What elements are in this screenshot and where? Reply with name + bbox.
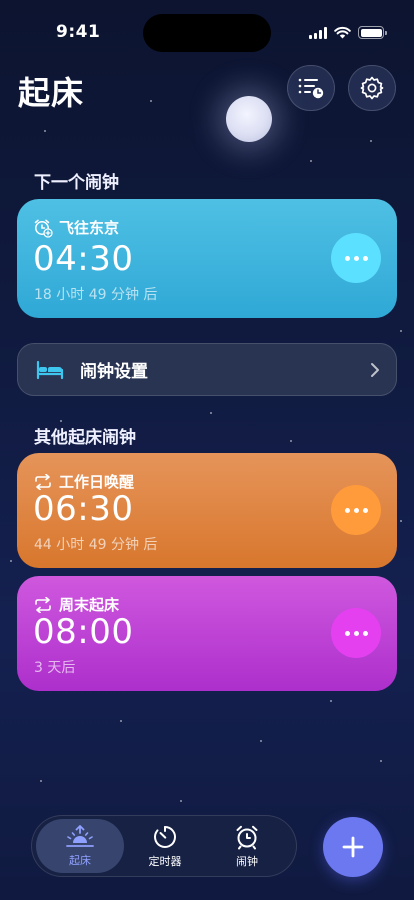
settings-button[interactable] [348,65,396,111]
status-bar: 9:41 [0,0,414,54]
status-time: 9:41 [56,22,101,42]
next-alarm-section-label: 下一个闹钟 [34,173,119,193]
alarm-card-weekday[interactable]: 工作日唤醒 06:30 44 小时 49 分钟 后 [17,453,397,568]
page-title: 起床 [18,74,85,112]
gear-icon [360,76,384,100]
next-alarm-card[interactable]: 飞往东京 04:30 18 小时 49 分钟 后 [17,199,397,318]
tab-alarm[interactable]: 闹钟 [203,819,291,873]
alarm-card-weekend[interactable]: 周末起床 08:00 3 天后 [17,576,397,691]
alarm-countdown: 44 小时 49 分钟 后 [34,537,158,553]
add-alarm-button[interactable] [323,817,383,877]
bed-icon [36,360,64,379]
dynamic-island [143,14,271,52]
more-dots-icon [344,507,350,513]
alarm-more-button[interactable] [331,485,381,535]
tab-label: 起床 [69,853,91,867]
status-icons [309,26,387,39]
moon-illustration [226,96,272,142]
alarm-time: 08:00 [33,612,134,652]
signal-icon [309,26,327,39]
alarm-label-row: 飞往东京 [33,217,119,238]
chevron-right-icon [371,363,379,377]
tab-bar: 起床 定时器 闹钟 [31,815,297,877]
plus-icon [342,836,364,858]
alarm-list-button[interactable] [287,65,335,111]
more-dots-icon [344,255,350,261]
alarm-countdown: 18 小时 49 分钟 后 [34,287,158,303]
alarm-settings-label: 闹钟设置 [80,362,148,382]
repeat-icon [35,473,51,490]
alarm-label: 飞往东京 [59,219,120,237]
sunrise-icon [66,824,94,847]
alarm-countdown: 3 天后 [34,660,76,676]
tab-label: 闹钟 [236,854,258,868]
other-alarms-section-label: 其他起床闹钟 [34,428,136,448]
alarm-more-button[interactable] [331,608,381,658]
battery-icon [358,26,387,39]
alarm-settings-row[interactable]: 闹钟设置 [17,343,397,396]
alarm-clock-icon [236,825,258,849]
alarm-time: 04:30 [33,239,134,279]
repeat-icon [35,596,51,613]
alarm-clock-add-icon [34,219,53,238]
tab-timer[interactable]: 定时器 [121,819,209,873]
alarm-time: 06:30 [33,489,134,529]
timer-icon [154,825,177,848]
list-clock-icon [298,78,324,99]
tab-label: 定时器 [148,854,182,868]
wifi-icon [334,26,351,39]
more-dots-icon [344,630,350,636]
alarm-more-button[interactable] [331,233,381,283]
starfield [0,0,414,900]
tab-wake-up[interactable]: 起床 [36,819,124,873]
